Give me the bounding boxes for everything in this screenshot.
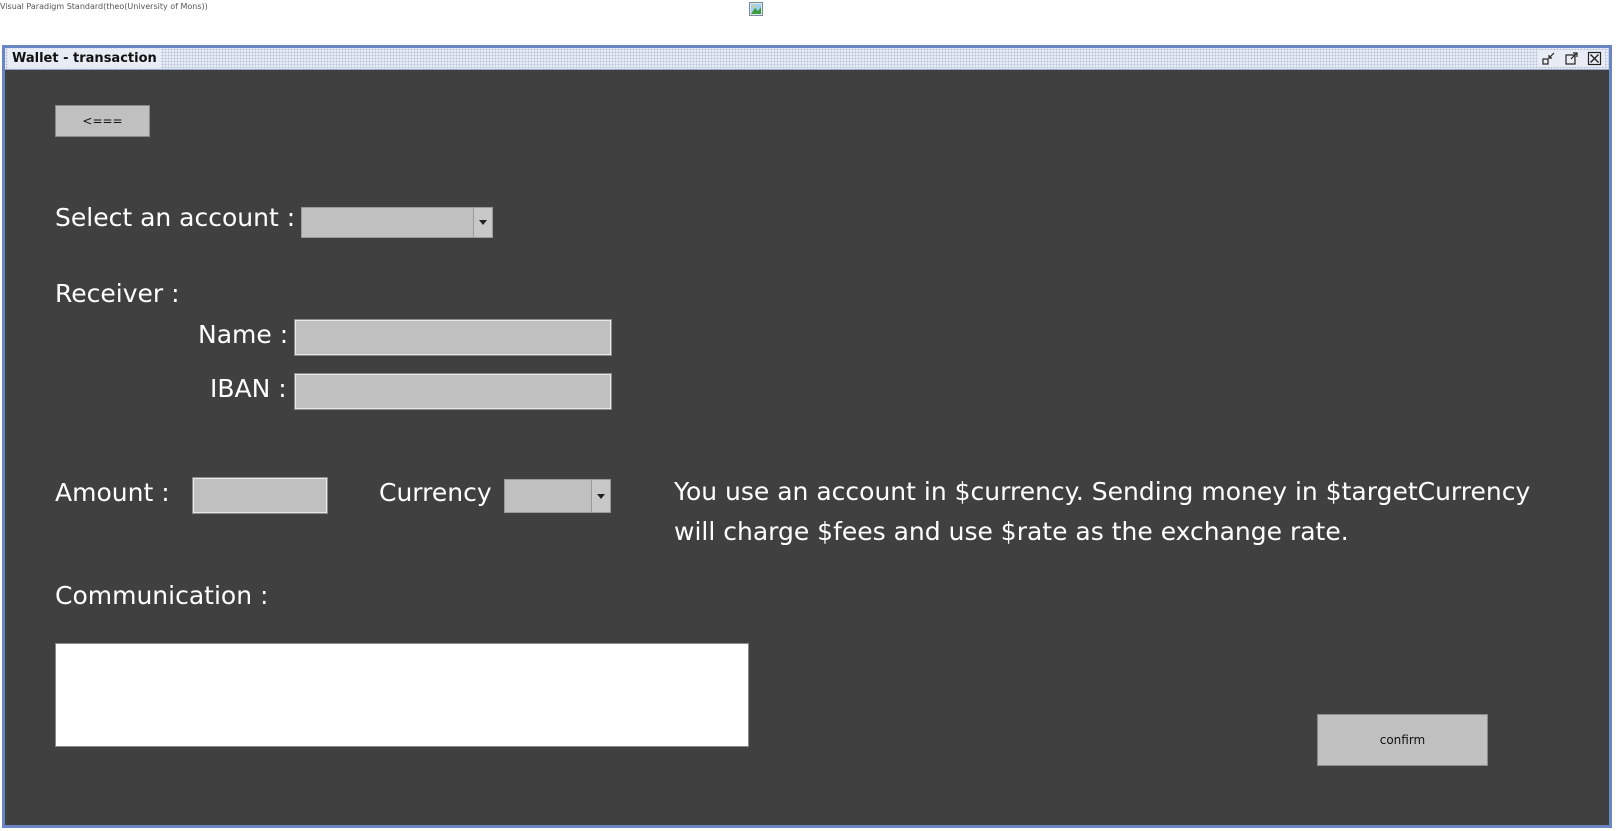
currency-select[interactable]	[504, 479, 611, 513]
account-select[interactable]	[301, 207, 493, 238]
transaction-window: Wallet - transaction <=== Select an acco…	[2, 45, 1612, 828]
name-field[interactable]	[294, 319, 612, 356]
window-controls	[1538, 50, 1605, 67]
communication-textarea[interactable]	[55, 643, 749, 747]
amount-field[interactable]	[192, 477, 328, 514]
chevron-down-icon	[597, 493, 605, 499]
currency-label: Currency	[379, 478, 492, 507]
window-titlebar[interactable]: Wallet - transaction	[5, 48, 1609, 70]
maximize-icon[interactable]	[1563, 50, 1580, 67]
receiver-label: Receiver :	[55, 279, 180, 308]
account-label: Select an account :	[55, 203, 296, 232]
account-select-arrow[interactable]	[473, 208, 492, 237]
chevron-down-icon	[479, 220, 487, 225]
exchange-info-text: You use an account in $currency. Sending…	[674, 477, 1531, 546]
window-content: <=== Select an account : Receiver : Name…	[5, 70, 1609, 825]
back-button[interactable]: <===	[55, 105, 150, 137]
app-watermark: Visual Paradigm Standard(theo(University…	[0, 2, 208, 11]
iban-field[interactable]	[294, 373, 612, 410]
window-title: Wallet - transaction	[8, 49, 161, 68]
minimize-icon[interactable]	[1540, 50, 1557, 67]
amount-label: Amount :	[55, 478, 170, 507]
currency-select-arrow[interactable]	[591, 480, 610, 512]
close-icon[interactable]	[1586, 50, 1603, 67]
name-label: Name :	[198, 320, 289, 349]
communication-label: Communication :	[55, 581, 269, 610]
image-icon	[749, 2, 763, 16]
confirm-button[interactable]: confirm	[1317, 714, 1488, 766]
iban-label: IBAN :	[210, 374, 287, 403]
